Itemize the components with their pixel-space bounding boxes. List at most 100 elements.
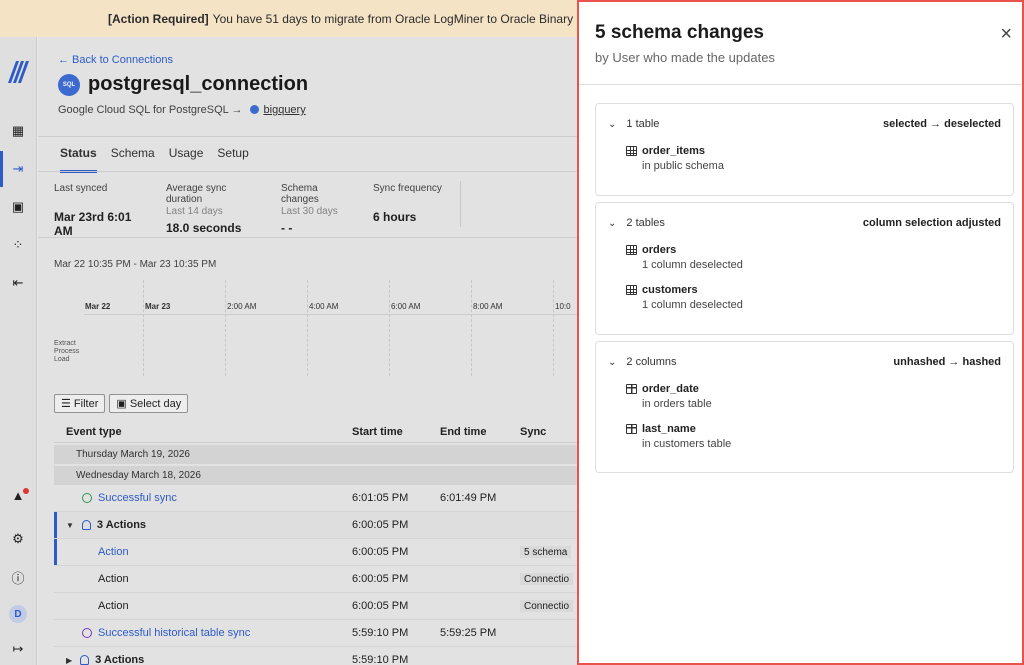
user-icon — [80, 655, 90, 665]
chevron-down-icon[interactable]: ⌄ — [608, 119, 616, 130]
change-item: customers 1 column deselected — [596, 283, 1013, 323]
change-group-header[interactable]: ⌄ 1 table selected → deselected — [596, 104, 1013, 144]
transformations-icon[interactable]: ▣ — [9, 198, 27, 216]
close-icon[interactable]: × — [1000, 24, 1012, 44]
timeline-label: 10:0 — [555, 302, 571, 311]
action-link[interactable]: Action — [98, 546, 129, 558]
user-avatar[interactable]: D — [9, 605, 27, 623]
left-nav-rail: ▦ ⇥ ▣ ⁘ ⇤ ▲ ⚙ ⓘ D ↦ — [0, 37, 37, 665]
table-icon — [626, 245, 637, 255]
change-group-card: ⌄ 2 tables column selection adjusted ord… — [595, 202, 1014, 335]
event-toolbar: ☰ Filter ▣ Select day — [54, 394, 189, 413]
calendar-icon: ▣ — [116, 398, 130, 410]
settings-icon[interactable]: ⚙ — [9, 530, 27, 548]
user-icon — [81, 520, 91, 530]
column-header-event-type[interactable]: Event type — [54, 426, 336, 438]
sync-stats: Last synced Mar 23rd 6:01 AM Average syn… — [54, 183, 463, 238]
stat-average-duration: Average sync duration Last 14 days 18.0 … — [166, 183, 242, 235]
table-row-selected[interactable]: Action 6:00:05 PM 5 schema — [54, 539, 578, 566]
history-icon — [82, 628, 92, 638]
date-group-header: Wednesday March 18, 2026 — [54, 466, 578, 485]
sync-chip: Connectio — [520, 573, 574, 585]
table-row[interactable]: ▶ 3 Actions 5:59:10 PM — [54, 647, 578, 665]
connections-icon[interactable]: ⇥ — [9, 160, 27, 178]
change-item: last_name in customers table — [596, 422, 1013, 462]
column-header-sync[interactable]: Sync — [512, 426, 578, 438]
sync-timeline: Mar 22 Mar 23 2:00 AM 4:00 AM 6:00 AM 8:… — [54, 280, 578, 376]
destination-link[interactable]: bigquery — [264, 104, 306, 116]
connection-path: Google Cloud SQL for PostgreSQL → bigque… — [58, 104, 306, 116]
select-day-button[interactable]: ▣ Select day — [109, 394, 189, 413]
filter-icon: ☰ — [61, 398, 74, 410]
table-row[interactable]: Successful sync 6:01:05 PM 6:01:49 PM — [54, 485, 578, 512]
change-item: order_date in orders table — [596, 382, 1013, 422]
alert-badge — [23, 488, 29, 494]
chevron-down-icon[interactable]: ⌄ — [608, 218, 616, 229]
change-group-card: ⌄ 1 table selected → deselected order_it… — [595, 103, 1014, 196]
timeline-label: Mar 22 — [85, 302, 111, 311]
column-icon — [626, 384, 637, 394]
table-row[interactable]: Action 6:00:05 PM Connectio — [54, 566, 578, 593]
table-icon — [626, 285, 637, 295]
dashboard-icon[interactable]: ▦ — [9, 122, 27, 140]
stat-schema-changes: Schema changes Last 30 days - - — [281, 183, 338, 235]
events-table: Event type Start time End time Sync Thur… — [54, 421, 578, 665]
tab-bar: Status Schema Usage Setup — [60, 146, 249, 173]
column-icon — [626, 424, 637, 434]
tab-status[interactable]: Status — [60, 146, 97, 173]
table-header: Event type Start time End time Sync — [54, 421, 578, 443]
event-link[interactable]: Successful sync — [98, 492, 177, 504]
change-item: order_items in public schema — [596, 144, 1013, 184]
timeline-label: 2:00 AM — [227, 302, 257, 311]
panel-subtitle: by User who made the updates — [595, 50, 775, 65]
date-group-header: Thursday March 19, 2026 — [54, 445, 578, 464]
table-row-expanded[interactable]: ▼ 3 Actions 6:00:05 PM — [54, 512, 578, 539]
caret-right-icon[interactable]: ▶ — [66, 656, 72, 665]
page-title: postgresql_connection — [88, 73, 309, 95]
active-indicator — [0, 151, 3, 187]
tab-usage[interactable]: Usage — [169, 146, 204, 173]
back-to-connections-link[interactable]: ← Back to Connections — [58, 54, 173, 66]
timeline-row-label: Process — [54, 348, 80, 355]
collapse-icon[interactable]: ↦ — [9, 640, 27, 658]
change-group-header[interactable]: ⌄ 2 tables column selection adjusted — [596, 203, 1013, 243]
destinations-icon[interactable]: ⇤ — [9, 274, 27, 292]
success-icon — [82, 493, 92, 503]
postgres-icon: SQL — [58, 74, 80, 96]
connection-detail: ← Back to Connections SQL postgresql_con… — [38, 37, 578, 665]
activations-icon[interactable]: ⁘ — [9, 236, 27, 254]
stat-last-synced: Last synced Mar 23rd 6:01 AM — [54, 183, 132, 238]
schema-changes-panel: 5 schema changes by User who made the up… — [577, 0, 1024, 665]
sync-chip: Connectio — [520, 600, 574, 612]
tab-setup[interactable]: Setup — [217, 146, 248, 173]
event-link[interactable]: Successful historical table sync — [98, 627, 250, 639]
stat-sync-frequency: Sync frequency 6 hours — [373, 183, 442, 224]
chevron-down-icon[interactable]: ⌄ — [608, 357, 616, 368]
arrow-icon: → — [231, 104, 243, 116]
info-icon[interactable]: ⓘ — [9, 568, 27, 586]
caret-down-icon[interactable]: ▼ — [66, 521, 74, 530]
column-header-start-time[interactable]: Start time — [336, 426, 432, 438]
timeline-label: 4:00 AM — [309, 302, 339, 311]
timeline-label: Mar 23 — [145, 302, 171, 311]
table-row[interactable]: Successful historical table sync 5:59:10… — [54, 620, 578, 647]
filter-button[interactable]: ☰ Filter — [54, 394, 106, 413]
tab-schema[interactable]: Schema — [111, 146, 155, 173]
fivetran-logo-icon[interactable] — [7, 61, 30, 85]
change-group-header[interactable]: ⌄ 2 columns unhashed → hashed — [596, 342, 1013, 382]
banner-bold: [Action Required] — [108, 11, 209, 26]
bigquery-icon — [249, 105, 259, 114]
table-row[interactable]: Action 6:00:05 PM Connectio — [54, 593, 578, 620]
timeline-label: 6:00 AM — [391, 302, 421, 311]
change-item: orders 1 column deselected — [596, 243, 1013, 283]
sync-chip: 5 schema — [520, 546, 572, 558]
banner-text: You have 51 days to migrate from Oracle … — [212, 11, 616, 26]
timeline-row-label: Load — [54, 356, 70, 363]
timeline-range: Mar 22 10:35 PM - Mar 23 10:35 PM — [54, 259, 217, 270]
table-icon — [626, 146, 637, 156]
timeline-row-label: Extract — [54, 340, 76, 347]
source-name: Google Cloud SQL for PostgreSQL — [58, 104, 229, 116]
timeline-label: 8:00 AM — [473, 302, 503, 311]
panel-title: 5 schema changes — [595, 22, 764, 43]
column-header-end-time[interactable]: End time — [432, 426, 512, 438]
